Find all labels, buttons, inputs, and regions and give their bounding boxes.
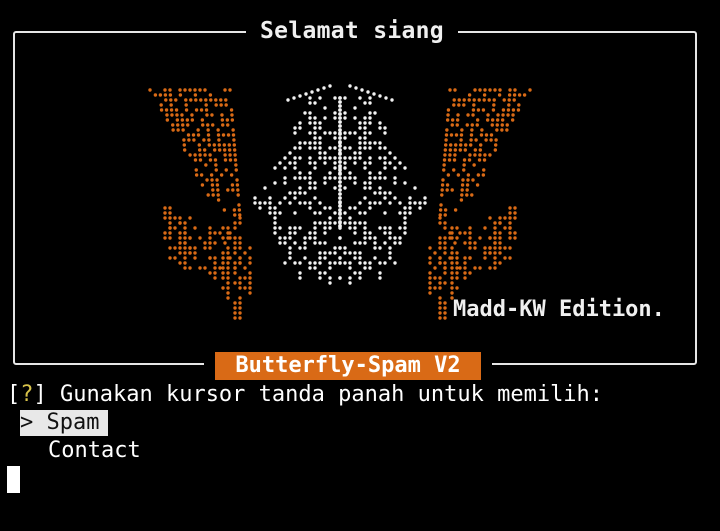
menu-option-contact[interactable]: Contact bbox=[48, 438, 141, 464]
edition-label: Madd-KW Edition. bbox=[453, 297, 665, 322]
prompt-text: Gunakan kursor tanda panah untuk memilih… bbox=[46, 382, 604, 407]
app-name-badge: Butterfly-Spam V2 bbox=[215, 352, 481, 380]
prompt-open-bracket: [ bbox=[7, 382, 21, 407]
butterfly-art-icon bbox=[148, 84, 532, 320]
greeting-title: Selamat siang bbox=[246, 16, 458, 46]
question-icon: ? bbox=[20, 382, 34, 407]
menu-option-spam[interactable]: > Spam bbox=[20, 410, 109, 436]
prompt-close-bracket: ] bbox=[33, 382, 47, 407]
menu-prompt: [?] Gunakan kursor tanda panah untuk mem… bbox=[7, 381, 603, 409]
terminal-cursor bbox=[7, 466, 20, 493]
